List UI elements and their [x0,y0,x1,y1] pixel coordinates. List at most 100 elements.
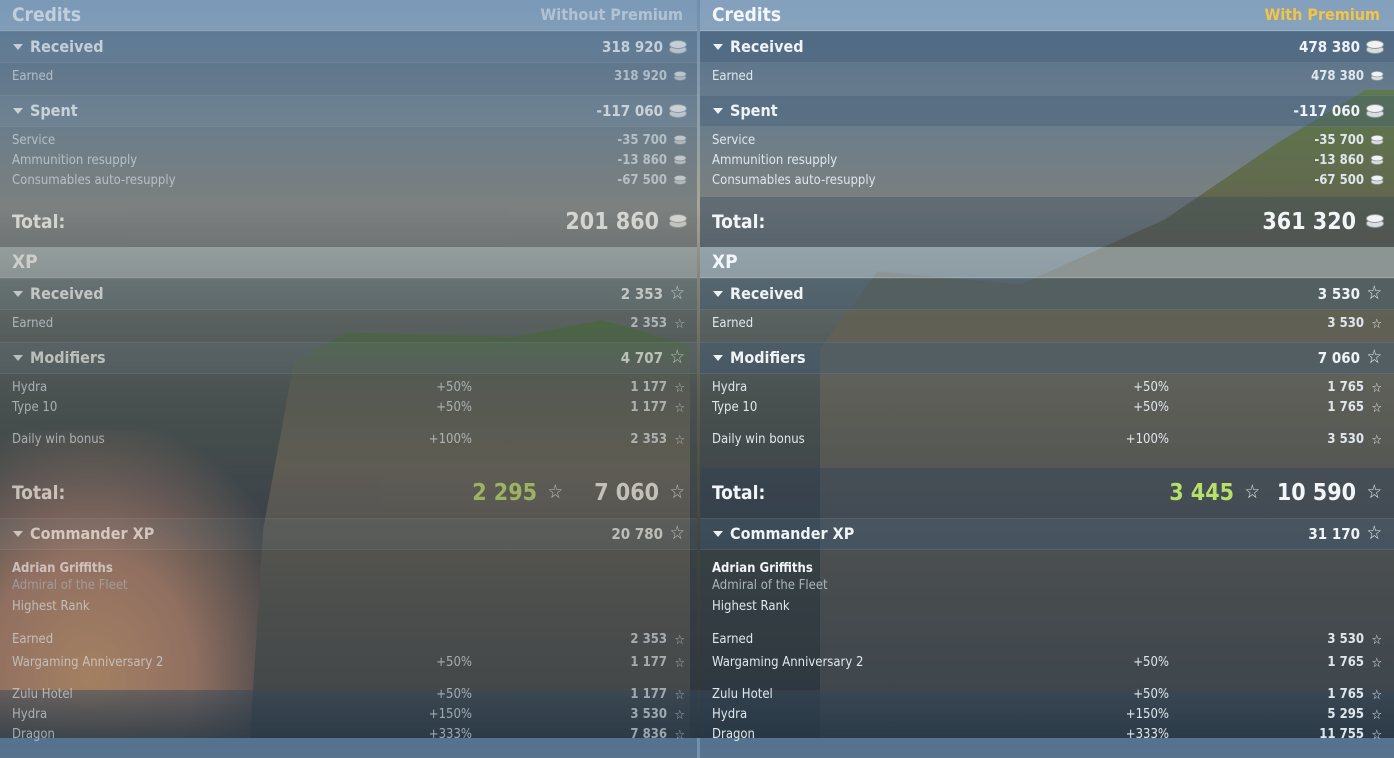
spent-row: Service -35 700 [700,131,1394,151]
cmd-modifier-value: 11 755 [1319,727,1364,742]
modifier-row: Hydra +50% 1 177 ☆ [0,378,697,398]
earned-value: 318 920 [614,69,667,84]
credits-received-section[interactable]: Received 318 920 [0,31,697,63]
xp-star-icon: ☆ [674,401,686,416]
modifier-value: 1 177 [630,380,667,395]
modifiers-value: 7 060 [1317,349,1360,367]
xp-star-icon: ☆ [669,522,685,544]
spent-row: Ammunition resupply -13 860 [0,151,697,171]
xp-star-icon: ☆ [1371,401,1383,416]
spent-row: Consumables auto-resupply -67 500 [700,171,1394,191]
commander-rows: Adrian Griffiths Admiral of the Fleet Hi… [0,550,697,758]
cmd-modifier-row: Wargaming Anniversary 2 +50% 1 765 ☆ [700,653,1394,673]
modifier-row: Hydra +50% 1 765 ☆ [700,378,1394,398]
xp-star-icon: ☆ [674,633,686,648]
cmd-modifier-pct: +50% [1133,655,1169,670]
received-rows: Earned 478 380 [700,63,1394,95]
xp-earned-label: Earned [12,316,54,331]
commander-xp-label: Commander XP [730,524,855,543]
xp-star-icon: ☆ [674,708,686,723]
xp-star-icon: ☆ [1366,522,1382,544]
xp-title: XP [712,251,738,273]
xp-star-icon: ☆ [1244,481,1260,503]
xp-header: XP [0,247,697,278]
collapse-triangle-icon[interactable] [13,291,23,297]
xp-earned-value: 3 530 [1327,316,1364,331]
collapse-triangle-icon[interactable] [13,355,23,361]
spent-item-label: Consumables auto-resupply [712,173,876,188]
received-label: Received [30,37,104,56]
spent-item-value: -35 700 [1314,133,1364,148]
cmd-modifier-row: Dragon +333% 7 836 ☆ [0,725,697,745]
xp-star-icon: ☆ [1371,433,1383,448]
credits-spent-section[interactable]: Spent -117 060 [700,95,1394,127]
spent-value: -117 060 [596,102,663,120]
cmd-modifier-pct: +50% [436,655,472,670]
credits-spent-section[interactable]: Spent -117 060 [0,95,697,127]
modifiers-value: 4 707 [620,349,663,367]
cmd-modifier-value: 1 177 [630,687,667,702]
xp-star-icon: ☆ [1371,688,1383,703]
modifier-label: Type 10 [712,400,758,415]
xp-received-section[interactable]: Received 2 353 ☆ [0,278,697,310]
xp-star-icon: ☆ [1366,282,1382,304]
commander-name: Adrian Griffiths [12,561,113,576]
modifier-row: Daily win bonus +100% 3 530 ☆ [700,430,1394,450]
collapse-triangle-icon[interactable] [13,44,23,50]
modifier-pct: +50% [436,400,472,415]
xp-total-row: Total: 2 295 ☆ 7 060 ☆ [0,468,697,518]
spent-item-value: -13 860 [617,153,667,168]
modifier-value: 1 765 [1327,380,1364,395]
spent-item-value: -67 500 [1314,173,1364,188]
spent-row: Consumables auto-resupply -67 500 [0,171,697,191]
cmd-modifier-value: 1 765 [1327,687,1364,702]
cmd-modifier-pct: +150% [428,707,472,722]
modifiers-section[interactable]: Modifiers 7 060 ☆ [700,342,1394,374]
xp-star-icon: ☆ [674,381,686,396]
collapse-triangle-icon[interactable] [713,355,723,361]
spent-item-label: Service [712,133,756,148]
commander-name-row: Adrian Griffiths [0,560,697,577]
collapse-triangle-icon[interactable] [713,44,723,50]
cmd-modifier-value: 1 765 [1327,655,1364,670]
cmd-earned-label: Earned [12,632,54,647]
modifier-value: 2 353 [630,432,667,447]
collapse-triangle-icon[interactable] [13,108,23,114]
credits-coin-icon [673,135,687,145]
cmd-modifier-label: Hydra [12,707,48,722]
credits-header: Credits With Premium [700,0,1394,31]
spent-item-label: Ammunition resupply [712,153,838,168]
spent-row: Ammunition resupply -13 860 [700,151,1394,171]
collapse-triangle-icon[interactable] [713,291,723,297]
credits-received-section[interactable]: Received 478 380 [700,31,1394,63]
xp-received-section[interactable]: Received 3 530 ☆ [700,278,1394,310]
credits-coin-icon [669,40,687,54]
xp-received-rows: Earned 3 530 ☆ [700,310,1394,342]
commander-rows: Adrian Griffiths Admiral of the Fleet Hi… [700,550,1394,758]
modifiers-label: Modifiers [30,348,106,367]
xp-received-label: Received [730,284,804,303]
collapse-triangle-icon[interactable] [713,108,723,114]
credits-coin-icon [1370,155,1384,165]
cmd-earned-row: Earned 3 530 ☆ [700,630,1394,650]
credits-coin-icon [673,71,687,81]
credits-total-row: Total: 201 860 [0,197,697,247]
modifier-pct: +50% [1133,400,1169,415]
earned-value: 478 380 [1311,69,1364,84]
cmd-modifier-value: 3 530 [630,707,667,722]
commander-xp-label: Commander XP [30,524,155,543]
modifiers-section[interactable]: Modifiers 4 707 ☆ [0,342,697,374]
credits-coin-icon [1366,104,1384,118]
received-value: 478 380 [1298,38,1360,56]
collapse-triangle-icon[interactable] [13,531,23,537]
commander-xp-section[interactable]: Commander XP 20 780 ☆ [0,518,697,550]
commander-xp-section[interactable]: Commander XP 31 170 ☆ [700,518,1394,550]
modifier-label: Hydra [712,380,748,395]
modifier-pct: +100% [428,432,472,447]
total-label: Total: [12,211,66,233]
xp-star-icon: ☆ [1371,708,1383,723]
cmd-modifier-pct: +150% [1125,707,1169,722]
modifiers-label: Modifiers [730,348,806,367]
received-label: Received [730,37,804,56]
collapse-triangle-icon[interactable] [713,531,723,537]
